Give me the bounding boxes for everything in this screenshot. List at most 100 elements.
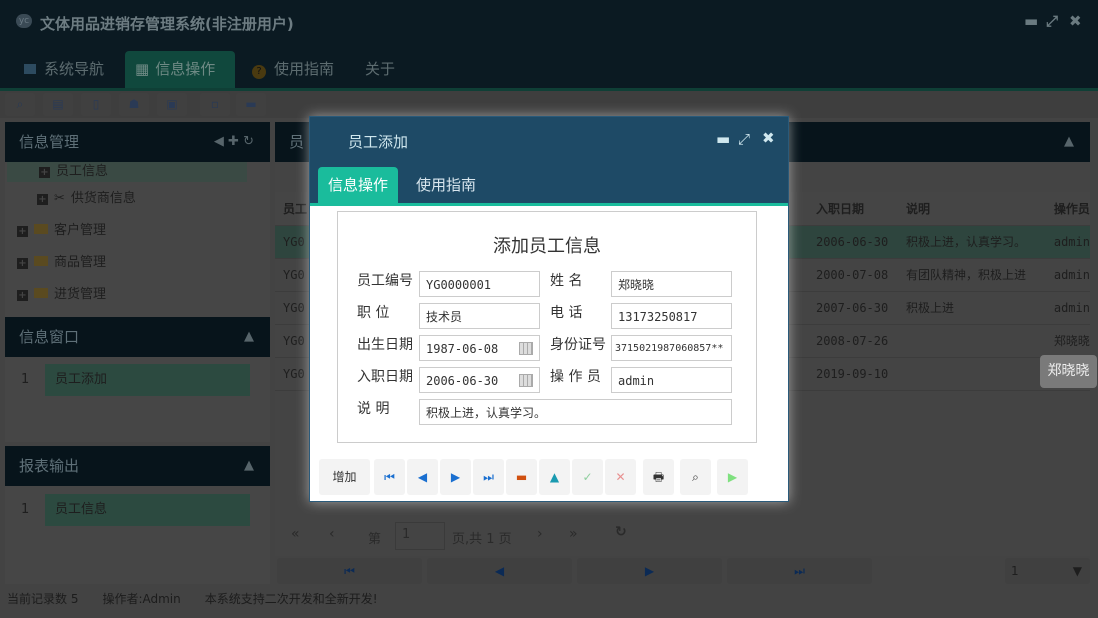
minimize-icon[interactable]: ▬ bbox=[1024, 12, 1038, 30]
add-button[interactable]: 增加 bbox=[319, 459, 370, 495]
last-record-button[interactable]: ⏭ bbox=[473, 459, 504, 495]
run-icon[interactable]: ▶ bbox=[717, 459, 748, 495]
hire-date-field[interactable]: 2006-06-30 bbox=[419, 367, 540, 393]
birth-date-field[interactable]: 1987-06-08 bbox=[419, 335, 540, 361]
name-field[interactable]: 郑晓晓 bbox=[611, 271, 732, 297]
position-field[interactable]: 技术员 bbox=[419, 303, 540, 329]
next-record-button[interactable]: ▶ bbox=[577, 558, 722, 584]
calendar-icon[interactable] bbox=[519, 342, 533, 355]
window-icon[interactable]: ▬ bbox=[236, 93, 266, 116]
operator-field[interactable]: admin bbox=[611, 367, 732, 393]
page-input[interactable]: 1 bbox=[395, 522, 445, 550]
close-icon[interactable]: ✖ bbox=[762, 129, 775, 147]
edit-button[interactable]: ▲ bbox=[539, 459, 570, 495]
collapse-icon[interactable]: ▲ bbox=[244, 317, 254, 357]
collapse-icon[interactable]: ▲ bbox=[244, 446, 254, 486]
maximize-icon[interactable]: ⤢ bbox=[1046, 12, 1058, 30]
report-panel: 报表输出▲ 1员工信息 bbox=[5, 446, 270, 584]
first-record-button[interactable]: ⏮ bbox=[277, 558, 422, 584]
panel-title: 员 bbox=[289, 133, 304, 151]
cell bbox=[898, 357, 1046, 390]
cell: 2006-06-30 bbox=[808, 225, 898, 258]
cell: admin bbox=[1046, 291, 1090, 324]
list-item[interactable]: 1员工信息 bbox=[5, 494, 250, 526]
emp-no-field[interactable]: YG0000001 bbox=[419, 271, 540, 297]
last-record-button[interactable]: ⏭ bbox=[727, 558, 872, 584]
prev-record-button[interactable]: ◀ bbox=[427, 558, 572, 584]
window-add-icon[interactable]: ▫ bbox=[200, 93, 230, 116]
document-icon[interactable]: ▯ bbox=[81, 93, 111, 116]
refresh-icon[interactable]: ↻ bbox=[243, 134, 254, 149]
col-header[interactable]: 入职日期 bbox=[808, 192, 898, 225]
expand-icon[interactable]: + bbox=[17, 226, 28, 237]
expand-icon[interactable]: + bbox=[17, 290, 28, 301]
tree-item-supplier[interactable]: +✂供货商信息 bbox=[37, 188, 136, 210]
tree-item-goods[interactable]: +商品管理 bbox=[17, 252, 106, 274]
close-icon[interactable]: ✖ bbox=[1069, 12, 1082, 30]
prev-record-button[interactable]: ◀ bbox=[407, 459, 438, 495]
first-page-icon[interactable]: « bbox=[291, 526, 300, 542]
tab-about[interactable]: 关于 bbox=[355, 51, 405, 88]
tooltip: 郑晓晓 bbox=[1040, 355, 1097, 388]
list-item[interactable]: 1员工添加 bbox=[5, 364, 250, 396]
print-icon[interactable]: 🖶 bbox=[643, 459, 674, 495]
next-page-icon[interactable]: › bbox=[537, 526, 543, 542]
delete-button[interactable]: ▬ bbox=[506, 459, 537, 495]
emp-no-label: 员工编号 bbox=[357, 270, 413, 290]
monitor-icon bbox=[24, 64, 36, 74]
hire-date-value: 2006-06-30 bbox=[426, 374, 498, 388]
dialog-tab-info-ops[interactable]: 信息操作 bbox=[318, 167, 398, 203]
cell: 郑晓晓 bbox=[1046, 324, 1090, 357]
add-employee-dialog: 员工添加 ▬ ⤢ ✖ 信息操作 使用指南 添加员工信息 员工编号 YG00000… bbox=[309, 116, 789, 502]
preview-icon[interactable]: ⌕ bbox=[680, 459, 711, 495]
birth-label: 出生日期 bbox=[357, 334, 413, 354]
expand-icon[interactable]: + bbox=[17, 258, 28, 269]
user-icon[interactable]: ☗ bbox=[119, 93, 149, 116]
dialog-tab-guide[interactable]: 使用指南 bbox=[406, 167, 486, 203]
list-icon[interactable]: ▤ bbox=[43, 93, 73, 116]
expand-icon[interactable]: + bbox=[39, 167, 50, 178]
col-header[interactable]: 说明 bbox=[898, 192, 1046, 225]
cancel-button[interactable]: ✕ bbox=[605, 459, 636, 495]
row-number: 1 bbox=[21, 364, 29, 396]
phone-field[interactable]: 13173250817 bbox=[611, 303, 732, 329]
idcard-field[interactable]: 3715021987060857** bbox=[611, 335, 732, 361]
cell: 2007-06-30 bbox=[808, 291, 898, 324]
maximize-icon[interactable]: ⤢ bbox=[738, 130, 750, 148]
tab-divider bbox=[310, 203, 788, 206]
operator: 操作者:Admin bbox=[102, 592, 180, 606]
first-record-button[interactable]: ⏮ bbox=[374, 459, 405, 495]
add-icon[interactable]: ✚ bbox=[228, 134, 239, 149]
calendar-icon[interactable] bbox=[519, 374, 533, 387]
page-size-value: 1 bbox=[1011, 564, 1019, 578]
next-record-button[interactable]: ▶ bbox=[440, 459, 471, 495]
cell: 积极上进 bbox=[898, 291, 1046, 324]
cell: 2000-07-08 bbox=[808, 258, 898, 291]
position-label: 职 位 bbox=[357, 302, 389, 322]
expand-icon[interactable]: + bbox=[37, 194, 48, 205]
col-header[interactable]: 操作员 bbox=[1046, 192, 1090, 225]
tree-item-purchase[interactable]: +进货管理 bbox=[17, 284, 106, 306]
record-count: 当前记录数 5 bbox=[7, 592, 78, 606]
tab-system-nav[interactable]: 系统导航 bbox=[14, 51, 114, 88]
save-button[interactable]: ✓ bbox=[572, 459, 603, 495]
info-mgmt-panel: 信息管理◀ ✚ ↻ +员工信息 +✂供货商信息 +客户管理 +商品管理 +进货管… bbox=[5, 122, 270, 317]
last-page-icon[interactable]: » bbox=[569, 526, 578, 542]
note-field[interactable]: 积极上进，认真学习。 bbox=[419, 399, 732, 425]
collapse-icon[interactable]: ▲ bbox=[1064, 122, 1074, 162]
minimize-icon[interactable]: ▬ bbox=[716, 130, 730, 148]
tab-info-ops[interactable]: ▦信息操作 bbox=[125, 51, 235, 88]
cell bbox=[898, 324, 1046, 357]
tab-guide[interactable]: ?使用指南 bbox=[242, 51, 344, 88]
dialog-tabs: 信息操作 使用指南 bbox=[310, 163, 788, 203]
collapse-left-icon[interactable]: ◀ bbox=[214, 134, 224, 149]
page-size-select[interactable]: 1▼ bbox=[1005, 558, 1090, 584]
monitor-icon[interactable]: ▣ bbox=[157, 93, 187, 116]
search-icon[interactable]: ⌕ bbox=[5, 93, 35, 116]
tree-item-customer[interactable]: +客户管理 bbox=[17, 220, 106, 242]
help-icon: ? bbox=[252, 65, 266, 79]
refresh-icon[interactable]: ↻ bbox=[615, 524, 627, 540]
tree-item-employee[interactable]: +员工信息 bbox=[7, 162, 247, 182]
cell: 2008-07-26 bbox=[808, 324, 898, 357]
prev-page-icon[interactable]: ‹ bbox=[329, 526, 335, 542]
